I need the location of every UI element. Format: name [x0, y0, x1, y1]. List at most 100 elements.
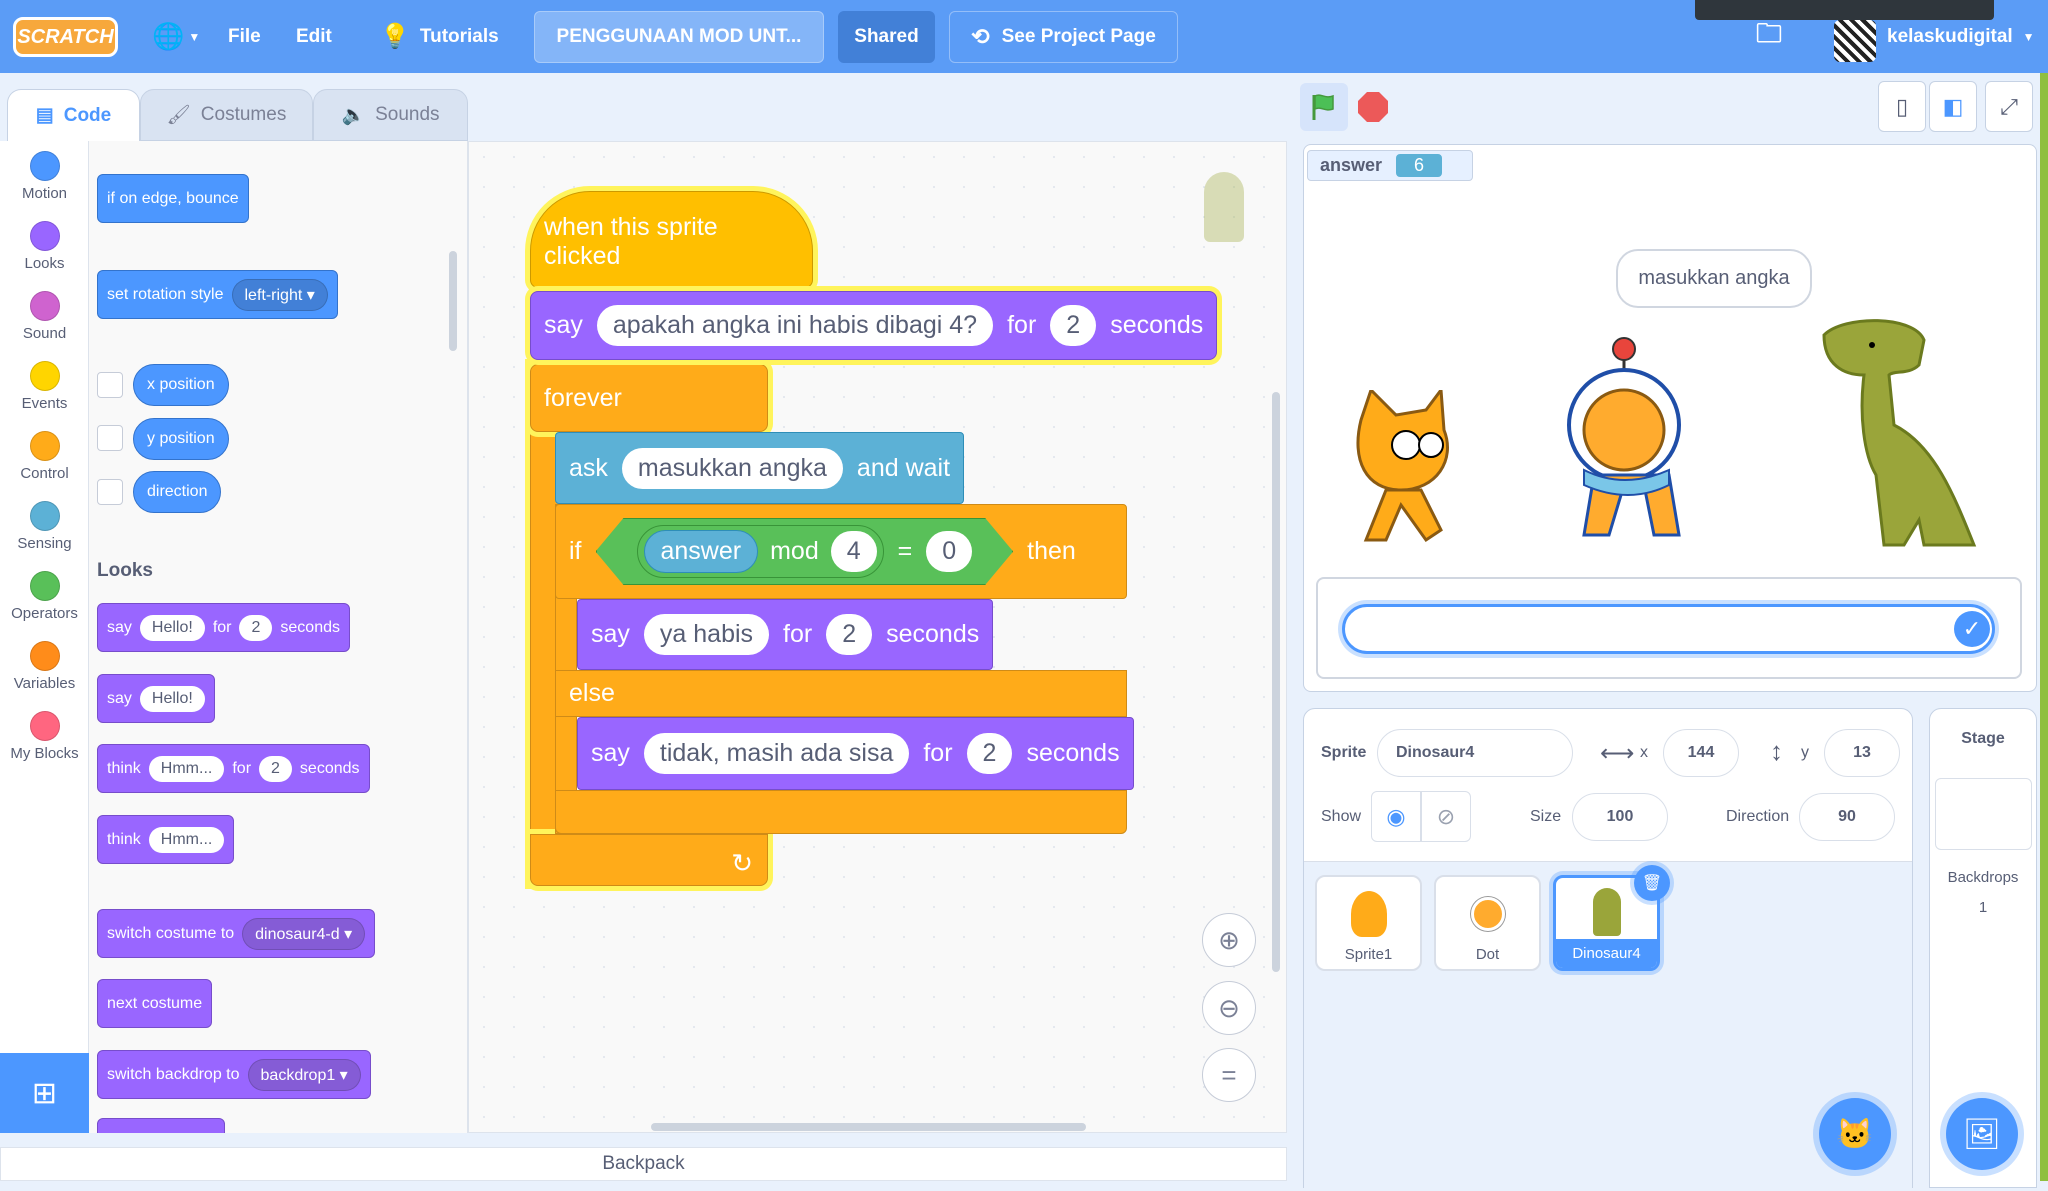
see-project-page-button[interactable]: ⟲ See Project Page: [949, 11, 1178, 63]
small-stage-button[interactable]: ▯: [1878, 81, 1926, 132]
zoom-in-button[interactable]: ⊕: [1202, 913, 1256, 967]
category-operators[interactable]: Operators: [0, 571, 89, 622]
avatar[interactable]: [1834, 20, 1876, 62]
code-icon: ▤: [35, 105, 54, 126]
block-switch-backdrop[interactable]: switch backdrop to backdrop1 ▾: [97, 1050, 371, 1099]
fullscreen-button[interactable]: ⤢: [1985, 81, 2033, 132]
tutorials-button[interactable]: 💡 Tutorials: [380, 0, 499, 73]
language-menu[interactable]: 🌐 ▼: [152, 0, 200, 73]
block-partial[interactable]: [97, 1118, 225, 1133]
dinosaur-thumbnail-icon: [1592, 888, 1621, 936]
dot-thumbnail-icon: [1470, 897, 1505, 931]
edit-menu[interactable]: Edit: [296, 0, 332, 73]
tab-sounds[interactable]: 🔈 Sounds: [313, 89, 468, 141]
block-think[interactable]: think Hmm...: [97, 815, 235, 864]
block-set-rotation-style[interactable]: set rotation style left-right ▾: [97, 270, 338, 319]
chevron-down-icon: ▼: [188, 29, 201, 44]
script-area[interactable]: ↻ forever when this sprite clicked say ap…: [468, 141, 1287, 1133]
eye-slash-icon: ⊘: [1436, 803, 1456, 829]
x-input[interactable]: 144: [1663, 729, 1739, 777]
tab-costumes[interactable]: 🖌 Costumes: [140, 89, 313, 141]
rotation-dropdown[interactable]: left-right ▾: [231, 278, 328, 311]
block-say-ya-habis[interactable]: say ya habis for 2 seconds: [577, 599, 994, 670]
category-motion[interactable]: Motion: [0, 151, 89, 202]
category-my-blocks[interactable]: My Blocks: [0, 711, 89, 762]
image-plus-icon: 🖼: [1962, 1117, 2002, 1151]
category-events[interactable]: Events: [0, 361, 89, 412]
category-dot-icon: [29, 641, 60, 671]
block-think-for-seconds[interactable]: think Hmm... for 2 seconds: [97, 744, 370, 793]
block-direction[interactable]: direction: [133, 471, 222, 513]
category-looks[interactable]: Looks: [0, 221, 89, 272]
block-switch-costume[interactable]: switch costume to dinosaur4-d ▾: [97, 909, 376, 958]
mod-operator[interactable]: answer mod 4: [637, 525, 884, 578]
x-position-checkbox[interactable]: [97, 372, 123, 398]
horizontal-arrows-icon: ⟷: [1600, 740, 1635, 767]
zoom-out-button[interactable]: ⊖: [1202, 981, 1256, 1035]
green-flag-button[interactable]: [1300, 83, 1348, 131]
cat-thumbnail-icon: [1350, 891, 1387, 937]
loop-arrow-icon: ↻: [731, 848, 753, 878]
block-ask-and-wait[interactable]: ask masukkan angka and wait: [555, 432, 965, 504]
palette-scrollbar[interactable]: [449, 251, 457, 351]
vertical-scrollbar[interactable]: [1272, 392, 1280, 972]
horizontal-scrollbar[interactable]: [651, 1123, 1086, 1131]
file-menu[interactable]: File: [228, 0, 261, 73]
folder-icon[interactable]: 🗀: [1756, 0, 1782, 73]
choose-sprite-button[interactable]: 🐱: [1819, 1098, 1891, 1170]
block-say-for-seconds[interactable]: say Hello! for 2 seconds: [97, 603, 350, 652]
sprite-tile-sprite1[interactable]: Sprite1: [1315, 875, 1422, 971]
block-say-tidak[interactable]: say tidak, masih ada sisa for 2 seconds: [577, 717, 1134, 790]
size-input[interactable]: 100: [1572, 793, 1668, 841]
choose-backdrop-button[interactable]: 🖼: [1946, 1098, 2018, 1170]
tab-code[interactable]: ▤ Code: [7, 89, 140, 141]
speaker-icon: 🔈: [341, 105, 366, 126]
stage[interactable]: answer 6 masukkan angka ✓: [1303, 144, 2037, 692]
menu-bar: SCRATCH 🌐 ▼ File Edit 💡 Tutorials PENGGUNA…: [0, 0, 2048, 73]
costume-dropdown[interactable]: dinosaur4-d ▾: [242, 917, 366, 950]
refresh-arrows-icon: ⟲: [971, 24, 990, 49]
direction-input[interactable]: 90: [1799, 793, 1895, 841]
category-variables[interactable]: Variables: [0, 641, 89, 692]
show-hidden-button[interactable]: ⊘: [1421, 791, 1471, 842]
block-y-position[interactable]: y position: [133, 418, 229, 460]
trash-icon: 🗑: [1641, 875, 1663, 892]
if-bottom: [555, 790, 1127, 834]
scratch-logo[interactable]: SCRATCH: [13, 17, 118, 57]
backpack[interactable]: Backpack: [0, 1147, 1287, 1181]
account-menu[interactable]: kelaskudigital ▼: [1887, 0, 2035, 73]
block-when-sprite-clicked[interactable]: when this sprite clicked: [530, 191, 813, 288]
stop-button[interactable]: [1358, 92, 1388, 122]
answer-input[interactable]: [1342, 604, 1995, 654]
sprite-name-input[interactable]: Dinosaur4: [1377, 729, 1573, 777]
block-palette: if on edge, bounce set rotation style lef…: [89, 141, 468, 1133]
block-next-costume[interactable]: next costume: [97, 979, 213, 1028]
add-extension-button[interactable]: ⊞: [0, 1053, 89, 1133]
shared-button[interactable]: Shared: [838, 11, 935, 63]
answer-reporter[interactable]: answer: [644, 530, 759, 573]
sprite-tile-dot[interactable]: Dot: [1434, 875, 1541, 971]
brush-icon: 🖌: [166, 105, 191, 126]
y-input[interactable]: 13: [1824, 729, 1900, 777]
category-dot-icon: [29, 571, 60, 601]
category-sound[interactable]: Sound: [0, 291, 89, 342]
submit-answer-button[interactable]: ✓: [1954, 611, 1990, 647]
project-title-input[interactable]: PENGGUNAAN MOD UNT...: [534, 11, 824, 63]
equals-operator[interactable]: answer mod 4 = 0: [596, 518, 1014, 585]
block-say[interactable]: say Hello!: [97, 674, 215, 723]
category-sensing[interactable]: Sensing: [0, 501, 89, 552]
block-say-for-seconds[interactable]: say apakah angka ini habis dibagi 4? for 2 s…: [530, 291, 1218, 360]
block-if-else[interactable]: if answer mod 4 = 0 then: [555, 504, 1127, 599]
backdrop-dropdown[interactable]: backdrop1 ▾: [247, 1058, 361, 1091]
category-control[interactable]: Control: [0, 431, 89, 482]
cat-plus-icon: 🐱: [1836, 1117, 1874, 1151]
show-visible-button[interactable]: ◉: [1371, 791, 1421, 842]
large-stage-button[interactable]: ◧: [1929, 81, 1977, 132]
block-forever[interactable]: forever: [530, 364, 768, 432]
block-if-on-edge-bounce[interactable]: if on edge, bounce: [97, 174, 249, 223]
y-position-checkbox[interactable]: [97, 425, 123, 451]
direction-checkbox[interactable]: [97, 479, 123, 505]
block-x-position[interactable]: x position: [133, 364, 229, 406]
delete-sprite-button[interactable]: 🗑: [1634, 865, 1670, 901]
zoom-reset-button[interactable]: =: [1202, 1048, 1256, 1102]
